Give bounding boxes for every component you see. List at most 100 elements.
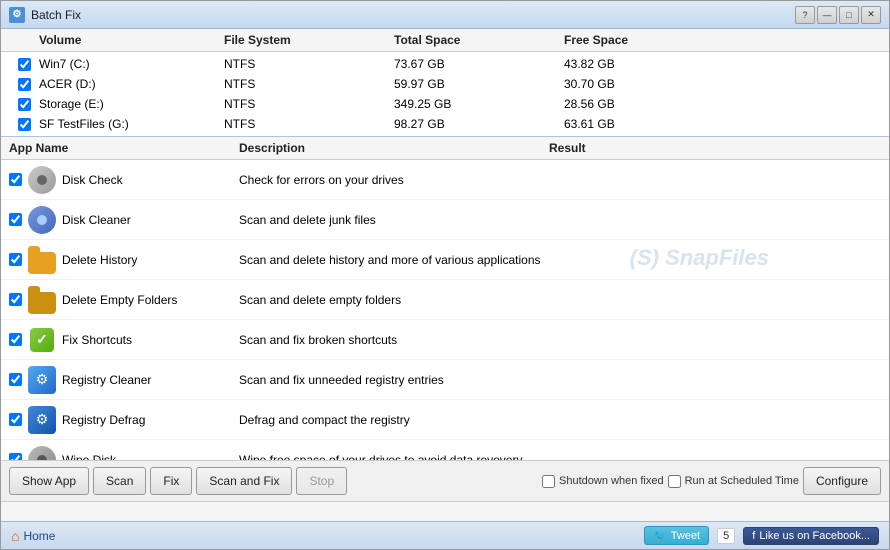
- home-link[interactable]: ⌂ Home: [11, 528, 55, 544]
- show-app-button[interactable]: Show App: [9, 467, 89, 495]
- app-checkbox[interactable]: [9, 333, 22, 346]
- drive-checkbox[interactable]: [18, 118, 31, 131]
- apps-col-name: App Name: [9, 141, 239, 155]
- drive-fs: NTFS: [224, 77, 394, 91]
- drive-volume: ACER (D:): [39, 77, 224, 91]
- drive-volume: SF TestFiles (G:): [39, 117, 224, 131]
- facebook-button[interactable]: f Like us on Facebook...: [743, 527, 879, 545]
- drive-volume: Storage (E:): [39, 97, 224, 111]
- shutdown-when-fixed-checkbox[interactable]: [542, 475, 555, 488]
- scan-and-fix-button[interactable]: Scan and Fix: [196, 467, 292, 495]
- close-button[interactable]: ✕: [861, 6, 881, 24]
- app-name-label: Disk Cleaner: [62, 213, 131, 227]
- maximize-button[interactable]: □: [839, 6, 859, 24]
- tweet-bird-icon: 🐦: [653, 529, 667, 542]
- drive-row: Win7 (C:) NTFS 73.67 GB 43.82 GB: [1, 54, 889, 74]
- help-button[interactable]: ?: [795, 6, 815, 24]
- app-checkbox[interactable]: [9, 253, 22, 266]
- app-description: Scan and delete junk files: [239, 213, 549, 227]
- drive-total: 73.67 GB: [394, 57, 564, 71]
- apps-section: App Name Description Result Disk Check C…: [1, 137, 889, 460]
- app-description: Scan and delete history and more of vari…: [239, 253, 549, 267]
- app-name-label: Wipe Disk: [62, 453, 116, 461]
- app-checkbox-cell: [9, 453, 22, 460]
- app-checkbox-cell: [9, 253, 22, 266]
- app-name-label: Delete Empty Folders: [62, 293, 177, 307]
- main-window: ⚙ Batch Fix ? — □ ✕ Volume File System T…: [0, 0, 890, 550]
- app-row: ⚙ Registry Cleaner Scan and fix unneeded…: [1, 360, 889, 400]
- drive-checkbox-cell: [9, 58, 39, 71]
- drive-free: 43.82 GB: [564, 57, 734, 71]
- app-description: Defrag and compact the registry: [239, 413, 549, 427]
- drives-col-total: Total Space: [394, 33, 564, 47]
- minimize-button[interactable]: —: [817, 6, 837, 24]
- drives-col-extra: [734, 33, 881, 47]
- app-checkbox[interactable]: [9, 373, 22, 386]
- app-name-label: Delete History: [62, 253, 137, 267]
- drives-rows: Win7 (C:) NTFS 73.67 GB 43.82 GB ACER (D…: [1, 52, 889, 136]
- app-name-cell: ✓ Fix Shortcuts: [9, 326, 239, 354]
- app-name-label: Registry Cleaner: [62, 373, 151, 387]
- configure-button[interactable]: Configure: [803, 467, 881, 495]
- app-row: ✓ Fix Shortcuts Scan and fix broken shor…: [1, 320, 889, 360]
- drive-checkbox-cell: [9, 78, 39, 91]
- drive-checkbox[interactable]: [18, 58, 31, 71]
- app-description: Scan and fix broken shortcuts: [239, 333, 549, 347]
- app-checkbox[interactable]: [9, 213, 22, 226]
- app-checkbox-cell: [9, 333, 22, 346]
- run-at-scheduled-time-label[interactable]: Run at Scheduled Time: [668, 475, 799, 488]
- app-checkbox-cell: [9, 213, 22, 226]
- drive-volume: Win7 (C:): [39, 57, 224, 71]
- app-icon-registry-defrag: ⚙: [28, 406, 56, 434]
- apps-rows: Disk Check Check for errors on your driv…: [1, 160, 889, 460]
- drive-total: 59.97 GB: [394, 77, 564, 91]
- app-description: Wipe free space of your drives to avoid …: [239, 453, 549, 461]
- stop-button[interactable]: Stop: [296, 467, 347, 495]
- drive-checkbox[interactable]: [18, 78, 31, 91]
- window-title: Batch Fix: [31, 8, 795, 22]
- run-at-scheduled-time-checkbox[interactable]: [668, 475, 681, 488]
- footer: ⌂ Home 🐦 Tweet 5 f Like us on Facebook..…: [1, 521, 889, 549]
- app-name-cell: ⚙ Registry Cleaner: [9, 366, 239, 394]
- tweet-button[interactable]: 🐦 Tweet: [644, 526, 709, 545]
- apps-col-result: Result: [549, 141, 881, 155]
- drive-checkbox[interactable]: [18, 98, 31, 111]
- title-bar: ⚙ Batch Fix ? — □ ✕: [1, 1, 889, 29]
- app-checkbox-cell: [9, 173, 22, 186]
- tweet-count: 5: [717, 528, 735, 544]
- app-icon-wipe-disk: [28, 446, 56, 461]
- fix-button[interactable]: Fix: [150, 467, 192, 495]
- apps-table-header: App Name Description Result: [1, 137, 889, 160]
- app-checkbox[interactable]: [9, 453, 22, 460]
- drive-free: 28.56 GB: [564, 97, 734, 111]
- app-checkbox-cell: [9, 413, 22, 426]
- app-description: Scan and fix unneeded registry entries: [239, 373, 549, 387]
- scan-button[interactable]: Scan: [93, 467, 146, 495]
- drive-checkbox-cell: [9, 118, 39, 131]
- app-name-label: Registry Defrag: [62, 413, 145, 427]
- app-icon-delete-empty-folders: [28, 286, 56, 314]
- app-icon-fix-shortcuts: ✓: [28, 326, 56, 354]
- app-icon-disk-cleaner: [28, 206, 56, 234]
- app-name-cell: ⚙ Registry Defrag: [9, 406, 239, 434]
- drive-checkbox-cell: [9, 98, 39, 111]
- drive-fs: NTFS: [224, 57, 394, 71]
- app-checkbox[interactable]: [9, 293, 22, 306]
- app-name-label: Disk Check: [62, 173, 123, 187]
- facebook-icon: f: [752, 530, 755, 542]
- shutdown-when-fixed-label[interactable]: Shutdown when fixed: [542, 475, 664, 488]
- app-checkbox-cell: [9, 373, 22, 386]
- app-checkbox-cell: [9, 293, 22, 306]
- drives-section: Volume File System Total Space Free Spac…: [1, 29, 889, 137]
- app-description: Check for errors on your drives: [239, 173, 549, 187]
- app-row: ⚙ Registry Defrag Defrag and compact the…: [1, 400, 889, 440]
- toolbar: Show App Scan Fix Scan and Fix Stop Shut…: [1, 460, 889, 501]
- app-icon-disk-check: [28, 166, 56, 194]
- app-checkbox[interactable]: [9, 173, 22, 186]
- drive-free: 63.61 GB: [564, 117, 734, 131]
- app-row: Delete History Scan and delete history a…: [1, 240, 889, 280]
- window-controls: ? — □ ✕: [795, 6, 881, 24]
- app-row: Delete Empty Folders Scan and delete emp…: [1, 280, 889, 320]
- drives-col-fs: File System: [224, 33, 394, 47]
- app-checkbox[interactable]: [9, 413, 22, 426]
